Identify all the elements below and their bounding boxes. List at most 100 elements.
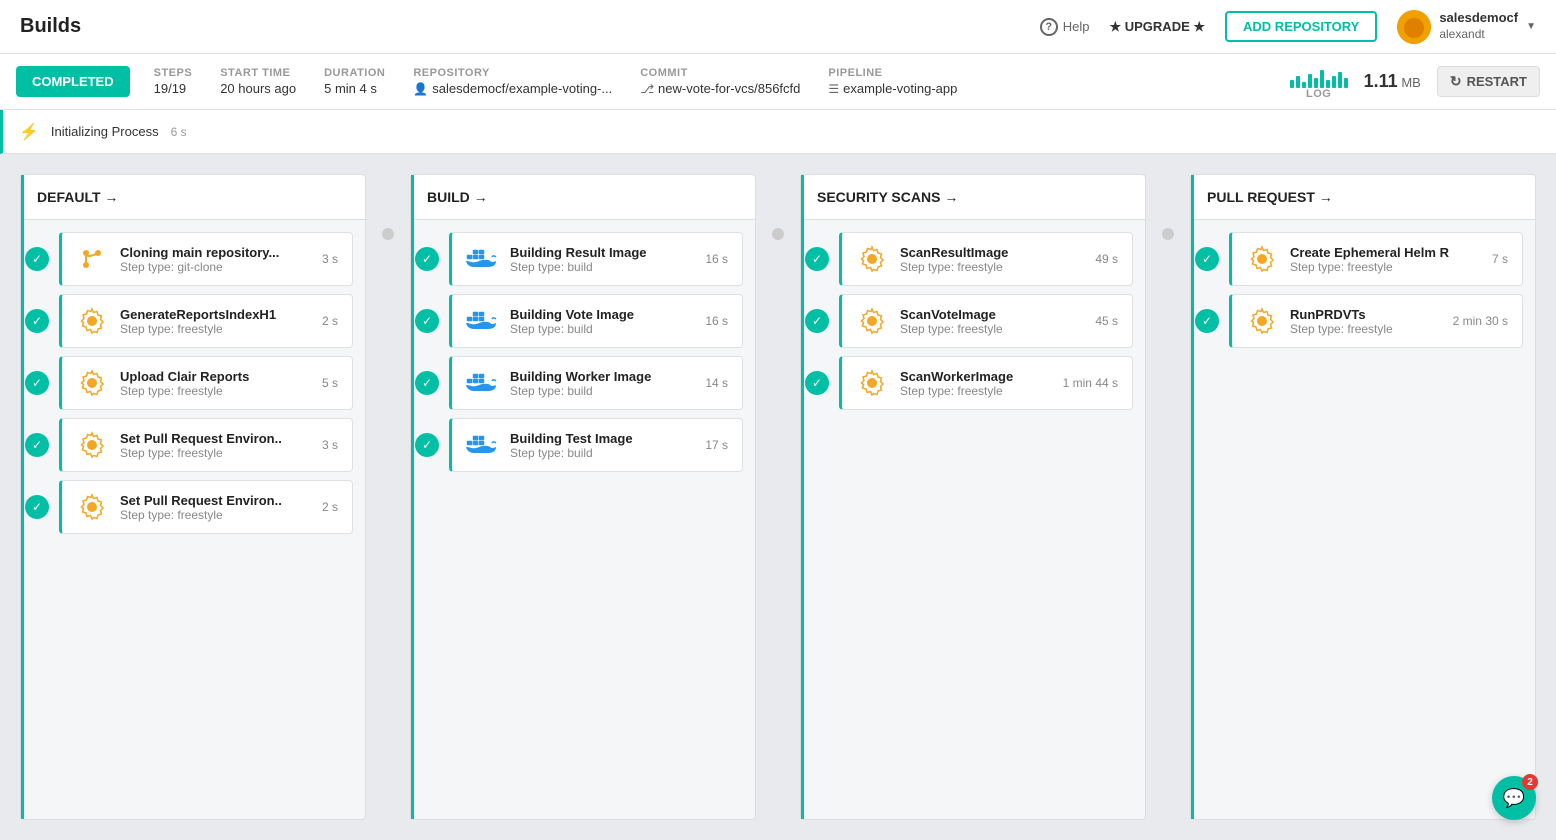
- sparkline-bar: [1296, 76, 1300, 88]
- step-card[interactable]: Building Worker ImageStep type: build14 …: [449, 356, 743, 410]
- step-card[interactable]: Upload Clair ReportsStep type: freestyle…: [59, 356, 353, 410]
- table-row[interactable]: ✓ Building Vote ImageStep type: build16 …: [423, 294, 743, 348]
- sparkline-bar: [1332, 76, 1336, 88]
- step-card[interactable]: ScanResultImageStep type: freestyle49 s: [839, 232, 1133, 286]
- pipeline-column: SECURITY SCANS → ✓ ScanResultImageStep ty…: [800, 174, 1146, 820]
- restart-button[interactable]: ↻ RESTART: [1437, 66, 1540, 97]
- step-complete-icon: ✓: [415, 433, 439, 457]
- pipeline-value: example-voting-app: [843, 81, 957, 96]
- add-repository-button[interactable]: ADD REPOSITORY: [1225, 11, 1377, 42]
- step-type: Step type: build: [510, 446, 693, 460]
- table-row[interactable]: ✓ Set Pull Request Environ..Step type: f…: [33, 480, 353, 534]
- commit-label: COMMIT: [640, 67, 800, 79]
- step-type: Step type: git-clone: [120, 260, 310, 274]
- docker-icon: [466, 429, 498, 461]
- step-info: ScanWorkerImageStep type: freestyle: [900, 369, 1051, 398]
- pipeline-column: BUILD → ✓ Building Result ImageStep type:…: [410, 174, 756, 820]
- table-row[interactable]: ✓ Set Pull Request Environ..Step type: f…: [33, 418, 353, 472]
- pipeline-icon: ☰: [828, 82, 839, 96]
- pipeline-meta: PIPELINE ☰ example-voting-app: [828, 67, 957, 96]
- step-card[interactable]: ScanWorkerImageStep type: freestyle1 min…: [839, 356, 1133, 410]
- step-name: Cloning main repository...: [120, 245, 310, 260]
- sparkline-bar: [1326, 80, 1330, 88]
- table-row[interactable]: ✓ Cloning main repository...Step type: g…: [33, 232, 353, 286]
- step-card[interactable]: Cloning main repository...Step type: git…: [59, 232, 353, 286]
- pipeline-label: PIPELINE: [828, 67, 957, 79]
- log-area[interactable]: LOG: [1290, 64, 1348, 100]
- table-row[interactable]: ✓ RunPRDVTsStep type: freestyle2 min 30 …: [1203, 294, 1523, 348]
- repo-with-icon: 👤 salesdemocf/example-voting-...: [413, 81, 612, 96]
- docker-icon: [466, 243, 498, 275]
- table-row[interactable]: ✓ Building Worker ImageStep type: build1…: [423, 356, 743, 410]
- user-menu[interactable]: salesdemocf alexandt ▼: [1397, 10, 1536, 44]
- gear-icon: [76, 367, 108, 399]
- step-card[interactable]: RunPRDVTsStep type: freestyle2 min 30 s: [1229, 294, 1523, 348]
- sparkline-bar: [1308, 74, 1312, 88]
- gear-icon: [76, 491, 108, 523]
- step-name: Building Vote Image: [510, 307, 693, 322]
- step-card[interactable]: Set Pull Request Environ..Step type: fre…: [59, 480, 353, 534]
- table-row[interactable]: ✓ ScanWorkerImageStep type: freestyle1 m…: [813, 356, 1133, 410]
- col-title: DEFAULT →: [37, 189, 349, 205]
- step-card[interactable]: Create Ephemeral Helm RStep type: freest…: [1229, 232, 1523, 286]
- help-button[interactable]: ? Help: [1040, 18, 1090, 36]
- step-complete-icon: ✓: [805, 309, 829, 333]
- step-type: Step type: build: [510, 260, 693, 274]
- step-info: Create Ephemeral Helm RStep type: freest…: [1290, 245, 1480, 274]
- person-icon: 👤: [413, 82, 428, 96]
- build-right-actions: LOG 1.11 MB ↻ RESTART: [1290, 64, 1540, 100]
- col-header: SECURITY SCANS →: [801, 175, 1145, 220]
- step-type: Step type: build: [510, 322, 693, 336]
- chevron-down-icon: ▼: [1526, 21, 1536, 32]
- step-duration: 3 s: [322, 438, 338, 452]
- step-complete-icon: ✓: [25, 309, 49, 333]
- step-card[interactable]: ScanVoteImageStep type: freestyle45 s: [839, 294, 1133, 348]
- table-row[interactable]: ✓ Building Test ImageStep type: build17 …: [423, 418, 743, 472]
- step-info: Building Result ImageStep type: build: [510, 245, 693, 274]
- step-info: Building Test ImageStep type: build: [510, 431, 693, 460]
- docker-icon: [466, 305, 498, 337]
- table-row[interactable]: ✓ ScanResultImageStep type: freestyle49 …: [813, 232, 1133, 286]
- step-complete-icon: ✓: [1195, 309, 1219, 333]
- step-duration: 2 min 30 s: [1453, 314, 1508, 328]
- step-card[interactable]: Building Test ImageStep type: build17 s: [449, 418, 743, 472]
- step-info: Building Vote ImageStep type: build: [510, 307, 693, 336]
- col-connector-dot: [382, 228, 394, 240]
- col-header: BUILD →: [411, 175, 755, 220]
- col-header: PULL REQUEST →: [1191, 175, 1535, 220]
- upgrade-button[interactable]: ★ UPGRADE ★: [1109, 19, 1205, 35]
- pipeline-section: DEFAULT →✓ Cloning main repository...Ste…: [20, 174, 1536, 820]
- step-complete-icon: ✓: [415, 371, 439, 395]
- step-card[interactable]: GenerateReportsIndexH1Step type: freesty…: [59, 294, 353, 348]
- gear-icon: [76, 429, 108, 461]
- restart-icon: ↻: [1450, 73, 1462, 90]
- col-accent-bar: [801, 175, 804, 819]
- step-card[interactable]: Building Result ImageStep type: build16 …: [449, 232, 743, 286]
- start-time-meta: START TIME 20 hours ago: [220, 67, 296, 96]
- step-card[interactable]: Building Vote ImageStep type: build16 s: [449, 294, 743, 348]
- username-main: salesdemocf: [1439, 10, 1518, 27]
- sparkline-bar: [1314, 78, 1318, 88]
- git-icon: [76, 243, 108, 275]
- commit-with-icon: ⎇ new-vote-for-vcs/856fcfd: [640, 81, 800, 96]
- step-name: Create Ephemeral Helm R: [1290, 245, 1480, 260]
- table-row[interactable]: ✓ Building Result ImageStep type: build1…: [423, 232, 743, 286]
- table-row[interactable]: ✓ ScanVoteImageStep type: freestyle45 s: [813, 294, 1133, 348]
- init-time: 6 s: [171, 125, 187, 139]
- avatar: [1397, 10, 1431, 44]
- gear-icon: [1246, 243, 1278, 275]
- log-label: LOG: [1306, 88, 1331, 100]
- step-type: Step type: freestyle: [900, 384, 1051, 398]
- chat-badge: 2: [1522, 774, 1538, 790]
- step-type: Step type: freestyle: [1290, 260, 1480, 274]
- table-row[interactable]: ✓ GenerateReportsIndexH1Step type: frees…: [33, 294, 353, 348]
- table-row[interactable]: ✓ Create Ephemeral Helm RStep type: free…: [1203, 232, 1523, 286]
- chat-button[interactable]: 💬 2: [1492, 776, 1536, 820]
- step-card[interactable]: Set Pull Request Environ..Step type: fre…: [59, 418, 353, 472]
- build-status-bar: COMPLETED STEPS 19/19 START TIME 20 hour…: [0, 54, 1556, 110]
- step-info: Set Pull Request Environ..Step type: fre…: [120, 431, 310, 460]
- table-row[interactable]: ✓ Upload Clair ReportsStep type: freesty…: [33, 356, 353, 410]
- size-display: 1.11 MB: [1364, 71, 1421, 92]
- step-type: Step type: freestyle: [120, 322, 310, 336]
- status-badge: COMPLETED: [16, 66, 130, 97]
